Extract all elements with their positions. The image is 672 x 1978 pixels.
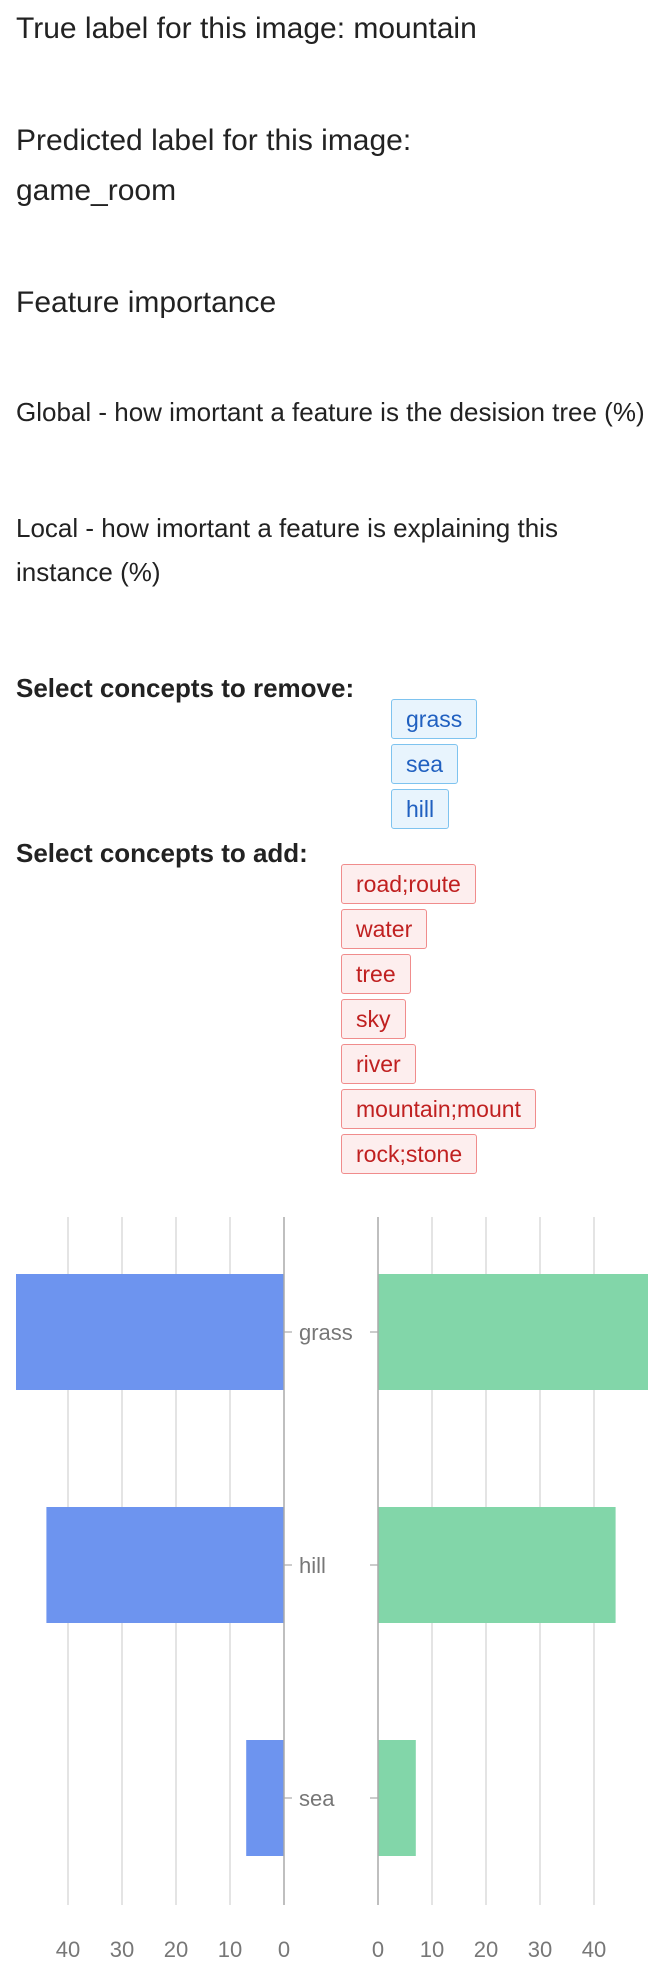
local-bar-sea: [378, 1740, 416, 1856]
add-concept-tag[interactable]: mountain;mount: [341, 1089, 536, 1129]
global-tick-label: 30: [110, 1937, 134, 1962]
local-tick-label: 20: [474, 1937, 498, 1962]
global-tick-label: 0: [278, 1937, 290, 1962]
add-concept-tag[interactable]: road;route: [341, 864, 476, 904]
global-tick-label: 20: [164, 1937, 188, 1962]
tick-labels: 0 0 10 10 20 20 30 30 40 40: [56, 1937, 606, 1962]
local-bar-grass: [378, 1274, 648, 1390]
global-bar-grass: [16, 1274, 284, 1390]
add-concept-tag[interactable]: sky: [341, 999, 406, 1039]
feature-importance-chart: grass hill sea 0 0 10 10 20 20 30 30 40 40: [16, 1217, 648, 1962]
category-label: hill: [299, 1553, 326, 1578]
add-concepts-label: Select concepts to add:: [16, 838, 308, 868]
local-tick-label: 0: [372, 1937, 384, 1962]
global-tick-label: 10: [218, 1937, 242, 1962]
add-concept-tag[interactable]: tree: [341, 954, 411, 994]
predicted-label-heading: Predicted label for this image:: [16, 124, 412, 157]
local-tick-label: 40: [582, 1937, 606, 1962]
global-bar-hill: [46, 1507, 285, 1623]
global-bar-sea: [246, 1740, 284, 1856]
add-concept-tag[interactable]: water: [341, 909, 428, 949]
add-concept-tag[interactable]: rock;stone: [341, 1134, 478, 1174]
global-description: Global - how imortant a feature is the d…: [16, 397, 645, 427]
category-label: grass: [299, 1320, 353, 1345]
global-tick-label: 40: [56, 1937, 80, 1962]
remove-concept-tag[interactable]: grass: [391, 699, 478, 739]
category-labels: grass hill sea: [299, 1320, 353, 1811]
local-bar-hill: [378, 1507, 616, 1623]
feature-importance-heading: Feature importance: [16, 286, 277, 319]
local-bars: [378, 1274, 648, 1856]
global-bars: [16, 1274, 285, 1856]
true-label: True label for this image: mountain: [16, 12, 477, 45]
remove-concept-tag[interactable]: sea: [391, 744, 459, 784]
predicted-label-value: game_room: [16, 174, 177, 207]
local-tick-label: 10: [420, 1937, 444, 1962]
add-concept-tag[interactable]: river: [341, 1044, 416, 1084]
local-description: Local - how imortant a feature is explai…: [16, 513, 558, 587]
category-label: sea: [299, 1786, 335, 1811]
remove-concept-tag[interactable]: hill: [391, 789, 450, 829]
remove-concepts-label: Select concepts to remove:: [16, 673, 355, 703]
local-tick-label: 30: [528, 1937, 552, 1962]
